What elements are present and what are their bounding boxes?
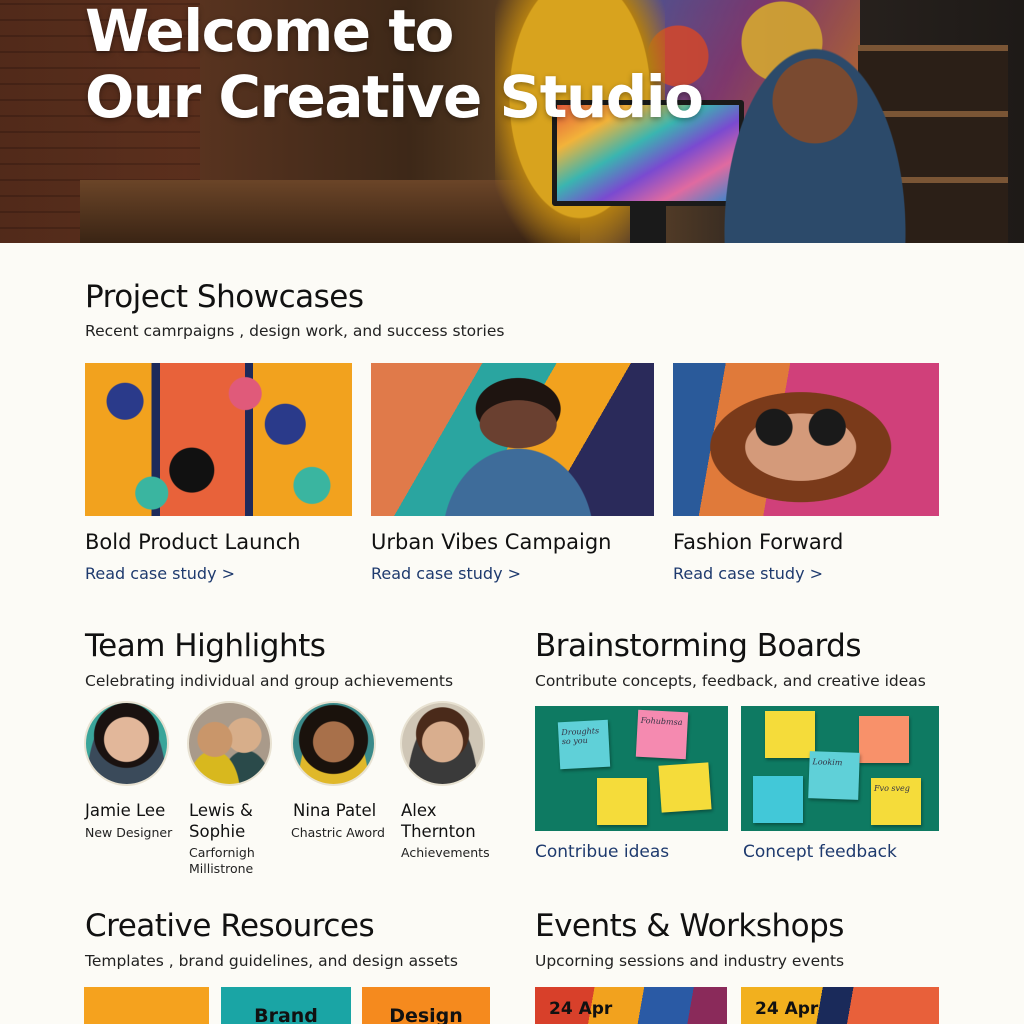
read-case-study-link[interactable]: Read case study > xyxy=(85,564,235,583)
project-image-fashion-forward[interactable] xyxy=(673,363,939,516)
contribute-ideas-link[interactable]: Contribue ideas xyxy=(535,842,669,862)
events-heading: Events & Workshops xyxy=(535,908,844,944)
avatar[interactable] xyxy=(291,701,376,786)
event-card[interactable]: 24 Apr xyxy=(535,987,727,1024)
member-role: Achievements xyxy=(401,845,490,860)
resource-tile-brand[interactable]: Brand xyxy=(221,987,351,1024)
project-image-urban-vibes[interactable] xyxy=(371,363,654,516)
event-card[interactable]: 24 Apr xyxy=(741,987,939,1024)
sticky-note[interactable]: Droughts so you xyxy=(557,719,611,770)
team-subtitle: Celebrating individual and group achieve… xyxy=(85,672,454,690)
member-role: Chastric Aword xyxy=(291,825,385,840)
showcase-heading: Project Showcases xyxy=(85,279,364,315)
member-name: Nina Patel xyxy=(293,801,377,820)
member-name: Alex Thernton xyxy=(401,800,476,842)
hero-title-line-1: Welcome to xyxy=(85,0,454,65)
sticky-note[interactable]: Lookim xyxy=(808,751,860,800)
sticky-note[interactable] xyxy=(859,716,909,763)
resource-tile[interactable] xyxy=(84,987,209,1024)
team-heading: Team Highlights xyxy=(85,628,326,664)
member-name-line: Alex xyxy=(401,801,437,820)
hero-monitor-stand xyxy=(630,206,666,243)
member-name-line: Lewis & xyxy=(189,801,253,820)
project-title: Urban Vibes Campaign xyxy=(371,530,612,554)
resource-tile-design[interactable]: Design xyxy=(362,987,490,1024)
member-name: Lewis & Sophie xyxy=(189,800,253,842)
sticky-note[interactable]: Fohubmsa xyxy=(635,709,689,760)
event-date: 24 Apr xyxy=(549,999,613,1019)
brainstorm-board[interactable]: Lookim Fvo sveg xyxy=(741,706,939,831)
member-name: Jamie Lee xyxy=(85,801,166,820)
hero-title-line-2: Our Creative Studio xyxy=(85,63,704,131)
sticky-note[interactable]: Fvo sveg xyxy=(871,778,921,825)
project-title: Fashion Forward xyxy=(673,530,844,554)
sticky-note[interactable] xyxy=(658,762,712,813)
hero-title: Welcome to Our Creative Studio xyxy=(85,0,785,130)
member-role: Carfornigh Millistrone xyxy=(189,845,255,877)
showcase-subtitle: Recent camrpaigns , design work, and suc… xyxy=(85,322,505,340)
member-role: New Designer xyxy=(85,825,173,840)
brainstorm-heading: Brainstorming Boards xyxy=(535,628,862,664)
brainstorm-subtitle: Contribute concepts, feedback, and creat… xyxy=(535,672,926,690)
read-case-study-link[interactable]: Read case study > xyxy=(673,564,823,583)
project-image-bold-product-launch[interactable] xyxy=(85,363,352,516)
avatar[interactable] xyxy=(187,701,272,786)
sticky-note[interactable] xyxy=(765,711,815,758)
resources-heading: Creative Resources xyxy=(85,908,375,944)
member-role-line: Millistrone xyxy=(189,861,254,876)
member-name-line: Thernton xyxy=(401,822,476,841)
sticky-note[interactable] xyxy=(597,778,647,825)
member-role-line: Carfornigh xyxy=(189,845,255,860)
event-date: 24 Apr xyxy=(755,999,819,1019)
member-name-line: Sophie xyxy=(189,822,246,841)
concept-feedback-link[interactable]: Concept feedback xyxy=(743,842,897,862)
read-case-study-link[interactable]: Read case study > xyxy=(371,564,521,583)
events-subtitle: Upcorning sessions and industry events xyxy=(535,952,845,970)
avatar[interactable] xyxy=(84,701,169,786)
project-title: Bold Product Launch xyxy=(85,530,301,554)
sticky-note[interactable] xyxy=(753,776,803,823)
hero-banner: Welcome to Our Creative Studio xyxy=(0,0,1024,243)
resources-subtitle: Templates , brand guidelines, and design… xyxy=(85,952,458,970)
avatar[interactable] xyxy=(400,701,485,786)
brainstorm-board[interactable]: Droughts so you Fohubmsa xyxy=(535,706,728,831)
